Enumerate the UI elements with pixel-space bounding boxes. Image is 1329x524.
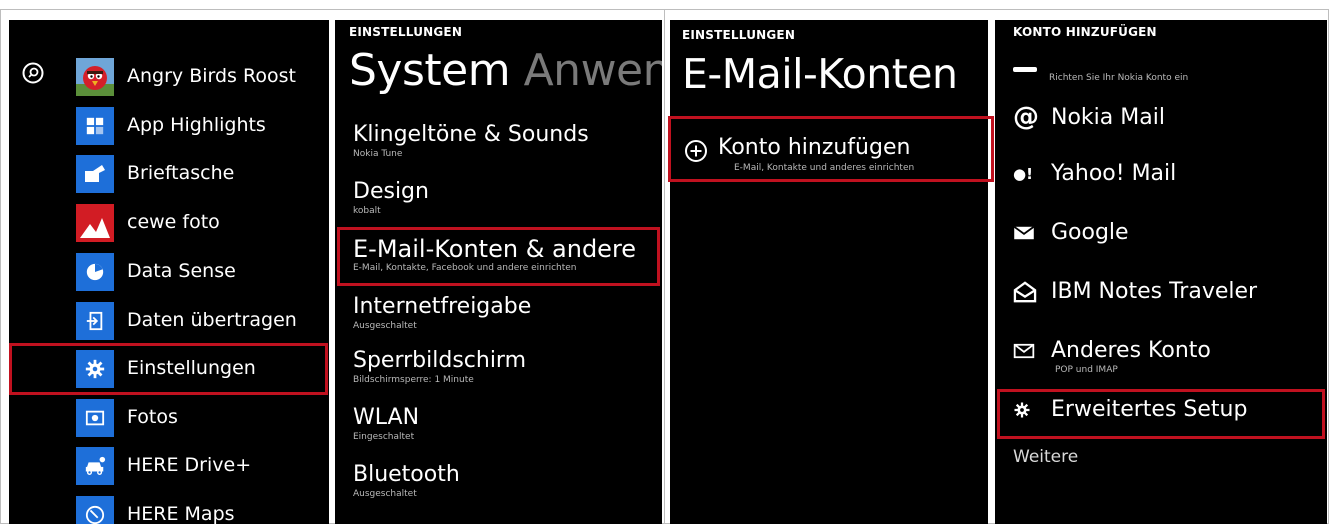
envelope-icon bbox=[1013, 225, 1043, 241]
account-yahoo-mail[interactable]: ●! Yahoo! Mail bbox=[1013, 161, 1176, 186]
settings-item-wlan[interactable]: WLAN Eingeschaltet bbox=[353, 405, 419, 443]
settings-header: EINSTELLUNGEN bbox=[349, 25, 463, 39]
compass-icon bbox=[76, 496, 114, 524]
settings-item-title: Sperrbildschirm bbox=[353, 348, 527, 373]
nokia-icon bbox=[1013, 67, 1037, 72]
wallet-icon bbox=[76, 155, 114, 193]
account-nokia-mail[interactable]: @ Nokia Mail bbox=[1013, 102, 1165, 132]
account-label: IBM Notes Traveler bbox=[1051, 279, 1258, 304]
open-envelope-icon bbox=[1013, 280, 1043, 303]
at-icon: @ bbox=[1013, 102, 1039, 132]
pivot-anwendungen[interactable]: Anwend bbox=[524, 45, 662, 96]
account-ibm-notes[interactable]: IBM Notes Traveler bbox=[1013, 279, 1257, 304]
account-label: Google bbox=[1051, 220, 1129, 245]
nokia-account-sub: Richten Sie Ihr Nokia Konto ein bbox=[1049, 73, 1189, 83]
app-label: HERE Drive+ bbox=[127, 454, 252, 476]
highlight-email-konten bbox=[337, 227, 660, 286]
car-icon bbox=[76, 447, 114, 485]
app-label: Data Sense bbox=[127, 260, 236, 282]
settings-item-klingeltoene[interactable]: Klingeltöne & Sounds Nokia Tune bbox=[353, 122, 589, 160]
app-item-daten-uebertragen[interactable]: Daten übertragen bbox=[9, 301, 329, 341]
pivot-header: System Anwend bbox=[349, 45, 662, 96]
settings-item-title: WLAN bbox=[353, 405, 420, 430]
pivot-system[interactable]: System bbox=[349, 45, 511, 96]
cewe-icon bbox=[76, 204, 114, 242]
app-label: Daten übertragen bbox=[127, 309, 297, 331]
highlight-erweitertes-setup bbox=[997, 389, 1325, 439]
app-label: Angry Birds Roost bbox=[127, 65, 296, 87]
app-item-here-drive[interactable]: HERE Drive+ bbox=[9, 446, 329, 486]
highlight-add-account bbox=[668, 116, 994, 182]
envelope-outline-icon bbox=[1013, 343, 1043, 359]
settings-item-internetfreigabe[interactable]: Internetfreigabe Ausgeschaltet bbox=[353, 294, 531, 332]
settings-item-sub: Nokia Tune bbox=[353, 149, 403, 159]
app-item-here-maps[interactable]: HERE Maps bbox=[9, 495, 329, 524]
add-account-panel: KONTO HINZUFÜGEN Richten Sie Ihr Nokia K… bbox=[995, 20, 1327, 524]
transfer-icon bbox=[76, 302, 114, 340]
account-anderes-konto[interactable]: Anderes Konto bbox=[1013, 338, 1211, 363]
settings-item-design[interactable]: Design kobalt bbox=[353, 179, 429, 217]
app-item-fotos[interactable]: Fotos bbox=[9, 398, 329, 438]
anderes-konto-sub: POP und IMAP bbox=[1055, 365, 1118, 375]
app-list-panel: Angry Birds Roost App Highlights Briefta… bbox=[9, 20, 329, 524]
account-label: Anderes Konto bbox=[1051, 338, 1211, 363]
account-label: Nokia Mail bbox=[1051, 104, 1165, 130]
add-account-header: KONTO HINZUFÜGEN bbox=[1013, 25, 1157, 39]
settings-item-title: Design bbox=[353, 179, 429, 204]
yahoo-icon: ●! bbox=[1013, 164, 1033, 183]
app-item-data-sense[interactable]: Data Sense bbox=[9, 252, 329, 292]
grid-icon bbox=[76, 107, 114, 145]
app-item-brieftasche[interactable]: Brieftasche bbox=[9, 154, 329, 194]
settings-item-title: Internetfreigabe bbox=[353, 294, 532, 319]
settings-item-title: Klingeltöne & Sounds bbox=[353, 122, 589, 147]
camera-icon bbox=[76, 399, 114, 437]
page-title: E-Mail-Konten bbox=[682, 50, 958, 98]
app-label: cewe foto bbox=[127, 211, 220, 233]
angry-bird-icon bbox=[76, 58, 114, 96]
settings-item-sub: kobalt bbox=[353, 206, 381, 216]
app-item-cewe-foto[interactable]: cewe foto bbox=[9, 203, 329, 243]
settings-item-sperrbildschirm[interactable]: Sperrbildschirm Bildschirmsperre: 1 Minu… bbox=[353, 348, 526, 386]
settings-item-bluetooth[interactable]: Bluetooth Ausgeschaltet bbox=[353, 462, 460, 500]
app-label: App Highlights bbox=[127, 114, 266, 136]
highlight-einstellungen bbox=[9, 343, 328, 395]
settings-item-title: Bluetooth bbox=[353, 462, 460, 487]
account-google[interactable]: Google bbox=[1013, 220, 1129, 245]
account-label: Yahoo! Mail bbox=[1051, 161, 1177, 186]
pie-icon bbox=[76, 253, 114, 291]
app-label: Brieftasche bbox=[127, 162, 235, 184]
app-label: Fotos bbox=[127, 406, 178, 428]
more-link[interactable]: Weitere bbox=[1013, 447, 1078, 467]
email-accounts-panel: EINSTELLUNGEN E-Mail-Konten Konto hinzuf… bbox=[670, 20, 988, 524]
app-item-app-highlights[interactable]: App Highlights bbox=[9, 106, 329, 146]
settings-item-sub: Bildschirmsperre: 1 Minute bbox=[353, 375, 474, 385]
settings-item-sub: Eingeschaltet bbox=[353, 432, 415, 442]
settings-item-sub: Ausgeschaltet bbox=[353, 489, 417, 499]
settings-header: EINSTELLUNGEN bbox=[682, 28, 796, 42]
app-item-angry-birds[interactable]: Angry Birds Roost bbox=[9, 57, 329, 97]
settings-item-sub: Ausgeschaltet bbox=[353, 321, 417, 331]
app-label: HERE Maps bbox=[127, 503, 235, 524]
